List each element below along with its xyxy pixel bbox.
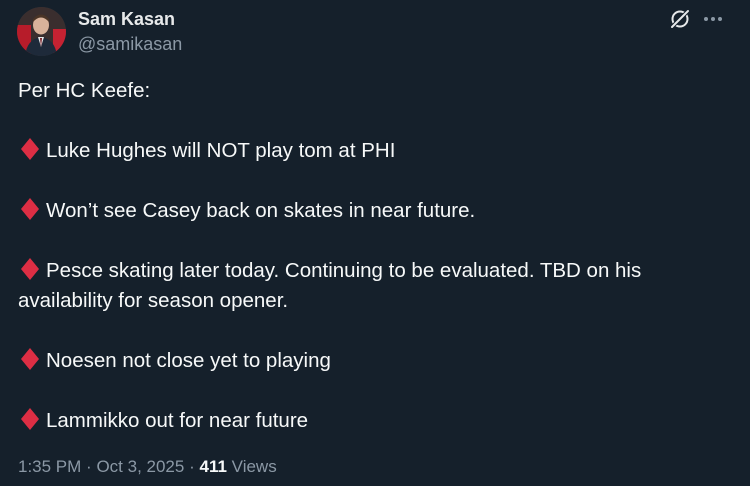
bullet-item-line: Won’t see Casey back on skates in near f…	[18, 196, 718, 226]
bullet-item-line: Luke Hughes will NOT play tom at PHI	[18, 136, 718, 166]
bullet-item-text: availability for season opener.	[18, 289, 289, 312]
meta-separator: ·	[189, 457, 195, 476]
bullet-item-text: Luke Hughes will NOT play tom at PHI	[46, 139, 396, 162]
bullet-item-text: Noesen not close yet to playing	[46, 349, 331, 372]
more-options-icon[interactable]	[701, 8, 725, 30]
views-label: Views	[231, 457, 277, 476]
tweet-date[interactable]: Oct 3, 2025	[96, 457, 184, 476]
red-diamond-icon	[18, 407, 44, 431]
red-diamond-icon	[18, 137, 44, 161]
views-count: 411	[199, 457, 227, 476]
bullet-item-text: Won’t see Casey back on skates in near f…	[46, 199, 476, 222]
bullet-item-line: availability for season opener.	[18, 286, 718, 316]
bullet-item-line: Lammikko out for near future	[18, 406, 718, 436]
red-diamond-icon	[18, 197, 44, 221]
tweet-intro: Per HC Keefe:	[18, 79, 151, 102]
tweet-text: Per HC Keefe: Luke Hughes will NOT play …	[18, 76, 718, 436]
tweet-time[interactable]: 1:35 PM	[18, 457, 81, 476]
bullet-item-line: Noesen not close yet to playing	[18, 346, 718, 376]
bullet-item-text: Pesce skating later today. Continuing to…	[46, 259, 642, 282]
bullet-item-line: Pesce skating later today. Continuing to…	[18, 256, 718, 286]
avatar[interactable]	[17, 7, 66, 56]
bullet-item-text: Lammikko out for near future	[46, 409, 309, 432]
author-handle[interactable]: @samikasan	[78, 33, 182, 55]
red-diamond-icon	[18, 347, 44, 371]
red-diamond-icon	[18, 257, 44, 281]
tweet-meta: 1:35 PM · Oct 3, 2025 · 411 Views	[18, 456, 277, 478]
author-name[interactable]: Sam Kasan	[78, 8, 175, 30]
grok-icon[interactable]	[669, 8, 691, 30]
meta-separator: ·	[86, 457, 92, 476]
